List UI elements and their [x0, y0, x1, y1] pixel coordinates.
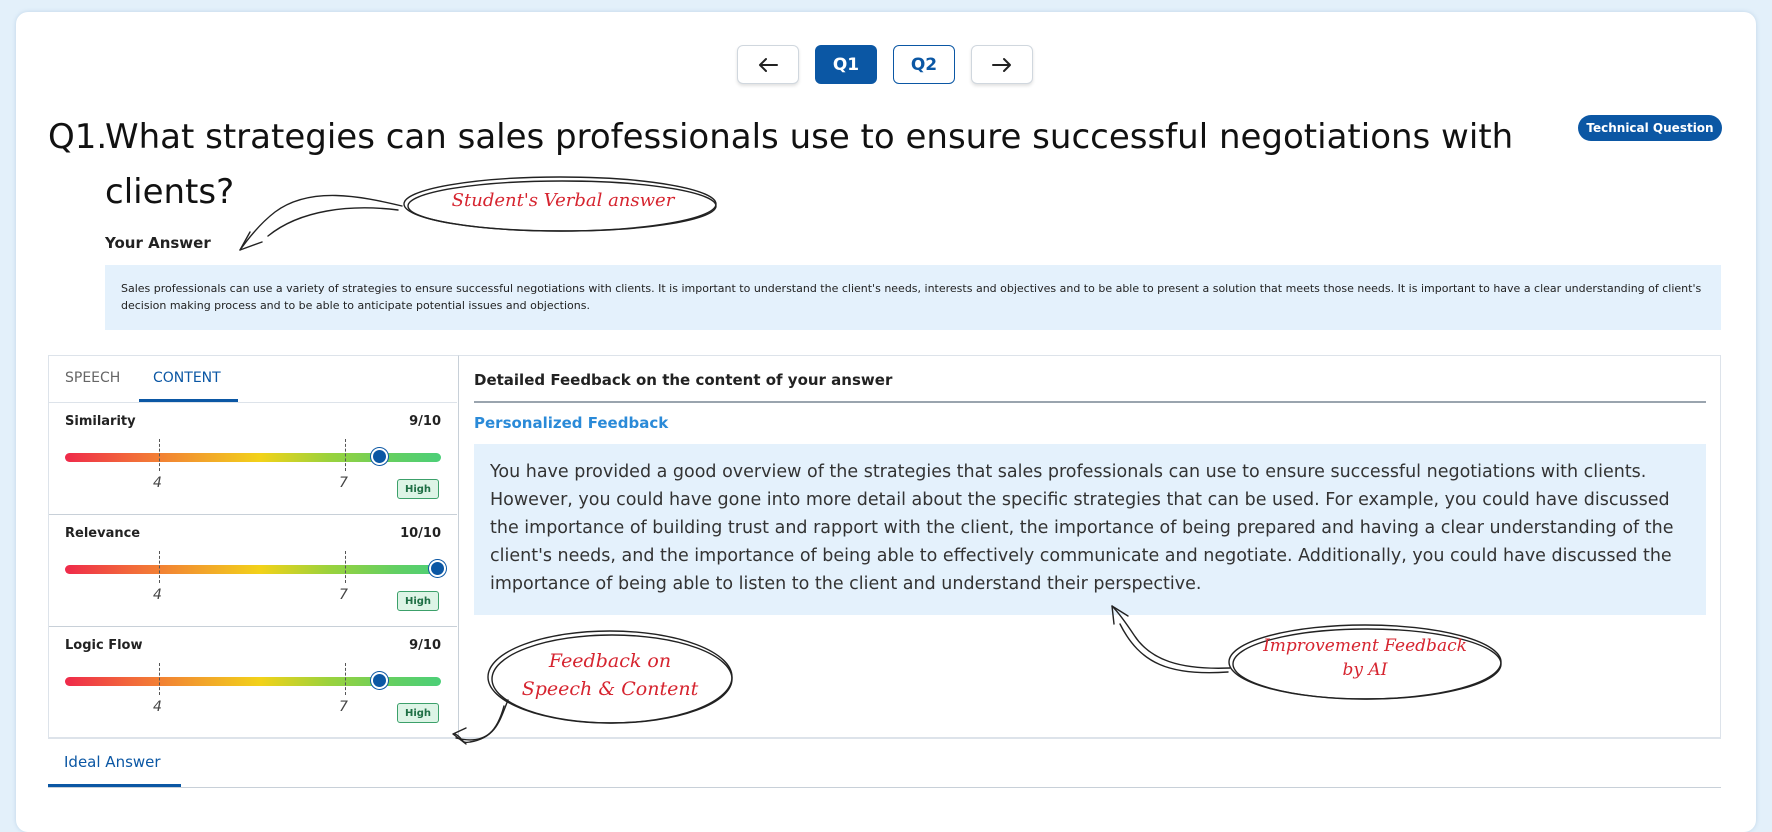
annotation-overlay	[239, 176, 1502, 745]
annotation-arrow-improvement-stroke2	[1119, 623, 1229, 674]
annotation-arrow-speech-content-stroke2	[455, 705, 505, 741]
annotation-speech-content: Speech & Content	[521, 678, 699, 700]
annotation-arrow-speech-content	[454, 699, 509, 744]
annotation-verbal-answer: Student's Verbal answer	[451, 190, 675, 211]
annotation-arrow-verbal-stroke2	[267, 207, 399, 237]
annotation-improvement-feedback: Improvement Feedback	[1263, 636, 1467, 656]
annotation-arrow-verbal	[239, 194, 403, 251]
annotation-arrow-improvement	[1111, 605, 1231, 669]
annotation-feedback-on: Feedback on	[548, 650, 672, 672]
annotation-by-ai: by AI	[1342, 660, 1388, 680]
